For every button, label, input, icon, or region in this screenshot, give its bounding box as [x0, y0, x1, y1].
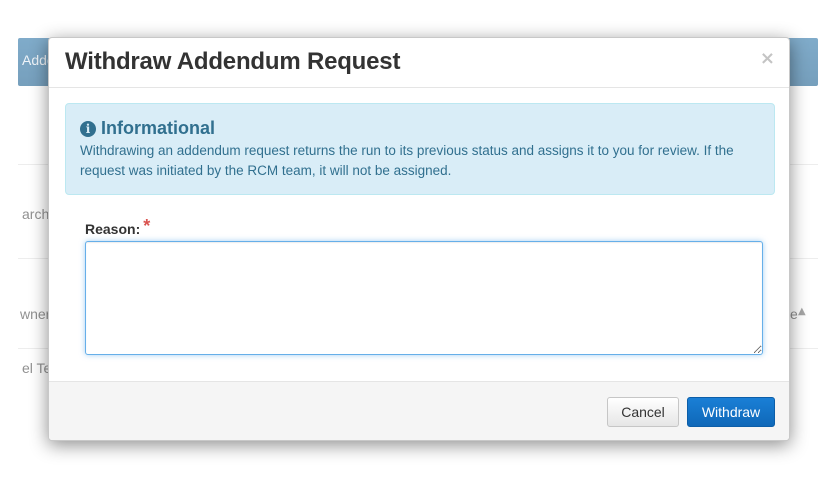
- withdraw-addendum-modal: Withdraw Addendum Request × i Informatio…: [48, 37, 790, 441]
- required-asterisk: *: [143, 216, 151, 236]
- modal-title: Withdraw Addendum Request: [65, 48, 401, 75]
- cancel-button[interactable]: Cancel: [607, 397, 679, 427]
- alert-title: Informational: [101, 118, 216, 138]
- reason-textarea[interactable]: [85, 241, 763, 355]
- close-button[interactable]: ×: [760, 50, 775, 68]
- reason-label-text: Reason:: [85, 221, 141, 237]
- modal-header: Withdraw Addendum Request ×: [49, 38, 789, 88]
- reason-label: Reason: *: [85, 216, 151, 239]
- alert-message: Withdrawing an addendum request returns …: [80, 143, 734, 178]
- info-circle-icon: i: [80, 120, 96, 137]
- alert-heading: i Informational: [80, 118, 215, 139]
- modal-body: i Informational Withdrawing an addendum …: [49, 88, 789, 381]
- modal-footer: Cancel Withdraw: [49, 381, 789, 440]
- informational-alert: i Informational Withdrawing an addendum …: [65, 103, 775, 195]
- withdraw-button[interactable]: Withdraw: [687, 397, 775, 427]
